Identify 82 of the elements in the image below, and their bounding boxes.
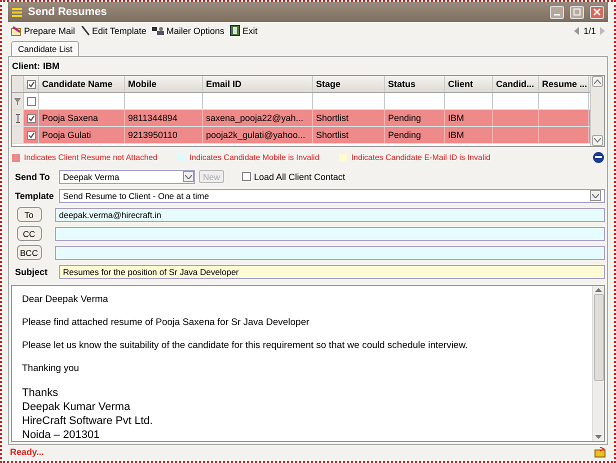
table-cell: pooja2k_gulati@yahoo... [203, 127, 313, 143]
collapse-icon[interactable] [593, 152, 604, 163]
body-paragraph: Please find attached resume of Pooja Saxena for Sr Java Developer [22, 317, 310, 328]
toolbar-button[interactable]: Edit Template [81, 26, 146, 36]
maximize-icon [573, 8, 581, 16]
maximize-button[interactable] [570, 6, 584, 18]
mail-icon [594, 446, 606, 458]
table-cell: Pooja Saxena [39, 110, 125, 126]
checkbox[interactable] [242, 172, 252, 181]
down-arrow-icon[interactable] [595, 435, 602, 439]
column-header[interactable]: Stage [313, 76, 385, 92]
field-label: Send To [14, 172, 51, 182]
up-arrow-icon[interactable] [595, 288, 602, 292]
options-icon [152, 26, 164, 36]
legend-text: Indicates Client Resume not Attached [24, 153, 158, 162]
body-paragraph: Dear Deepak Verma [22, 294, 110, 305]
row-checkbox[interactable] [26, 114, 36, 122]
candidate-row[interactable]: Pooja Saxena 9811344894 saxena_pooja22@yah... Shortlist Pending IBM [12, 110, 590, 127]
column-header[interactable]: Status [385, 76, 445, 92]
signature-line: Noida – 201301 [22, 428, 101, 441]
mail-icon [11, 26, 22, 36]
close-icon [593, 8, 601, 16]
table-cell: Shortlist [313, 110, 385, 126]
caret-icon[interactable] [185, 174, 192, 178]
table-cell: 9811344894 [125, 110, 203, 126]
table-cell: Pending [385, 127, 445, 143]
input-field[interactable]: deepak.verma@hirecraft.in [55, 208, 605, 222]
filter-checkbox[interactable] [26, 96, 36, 106]
filter-icon [14, 98, 21, 104]
scrollbar[interactable] [590, 76, 604, 146]
column-header[interactable]: Client [445, 76, 493, 92]
field-label: Subject [14, 266, 49, 276]
legend-text: Indicates Candidate Mobile is Invalid [189, 153, 320, 162]
column-header[interactable]: Mobile [125, 76, 203, 92]
scrollbar[interactable] [592, 286, 604, 441]
field-label: Template [14, 190, 55, 200]
input-field[interactable] [55, 226, 605, 240]
table-cell: 9213950110 [125, 127, 203, 143]
toolbar-button[interactable]: Exit [230, 25, 258, 36]
subject-field[interactable]: Resumes for the position of Sr Java Developer [59, 264, 605, 278]
page-number: 1/1 [583, 26, 596, 36]
column-header[interactable]: Candidate Name [39, 76, 125, 92]
table-cell: IBM [445, 127, 493, 143]
client-label: Client: [12, 61, 40, 71]
toolbar-button[interactable]: Mailer Options [152, 26, 224, 36]
table-cell: Pooja Gulati [39, 127, 125, 143]
app-icon [12, 8, 22, 16]
recipient-button[interactable]: To [16, 207, 42, 222]
select-all-checkbox[interactable] [26, 80, 36, 88]
body-paragraph: Thanking you [22, 363, 80, 374]
column-header[interactable]: Resume ... [539, 76, 589, 92]
recipient-button[interactable]: CC [16, 226, 42, 241]
client-name: IBM [43, 61, 60, 71]
column-header[interactable]: Email ID [203, 76, 313, 92]
recipient-button[interactable]: BCC [16, 245, 42, 260]
door-icon [230, 25, 240, 36]
window-title: Send Resumes [28, 6, 107, 18]
input-field[interactable] [55, 246, 605, 260]
table-cell: saxena_pooja22@yah... [203, 110, 313, 126]
message-body[interactable] [11, 285, 605, 442]
previous-icon[interactable] [574, 26, 580, 34]
signature-line: HireCraft Software Pvt Ltd. [22, 414, 154, 428]
legend-text: Indicates Candidate E-Mail ID is Invalid [351, 153, 490, 162]
column-header[interactable]: Candid... [493, 76, 539, 92]
caret-icon[interactable] [592, 194, 599, 198]
body-paragraph: Please let us know the suitability of the candidate for this requirement so that we could schedule interview. [22, 340, 469, 351]
minimize-button[interactable] [550, 6, 564, 18]
close-button[interactable] [590, 6, 604, 18]
checkbox-label: Load All Client Contact [254, 172, 346, 182]
table-cell: Shortlist [313, 127, 385, 143]
table-cell: Pending [385, 110, 445, 126]
tab[interactable]: Candidate List [11, 41, 80, 56]
row-checkbox[interactable] [26, 130, 36, 140]
template-dropdown[interactable]: Send Resume to Client - One at a time [59, 188, 605, 202]
toolbar-button[interactable]: Prepare Mail [11, 26, 76, 36]
pen-icon [81, 26, 90, 36]
send-to-dropdown[interactable]: Deepak Verma [59, 170, 195, 184]
table-cell: IBM [445, 110, 493, 126]
signature-line: Deepak Kumar Verma [22, 400, 132, 414]
status-text: Ready... [10, 447, 44, 457]
signature-line: Thanks [22, 386, 60, 400]
candidate-row[interactable]: Pooja Gulati 9213950110 pooja2k_gulati@yahoo... Shortlist Pending IBM [12, 127, 590, 144]
